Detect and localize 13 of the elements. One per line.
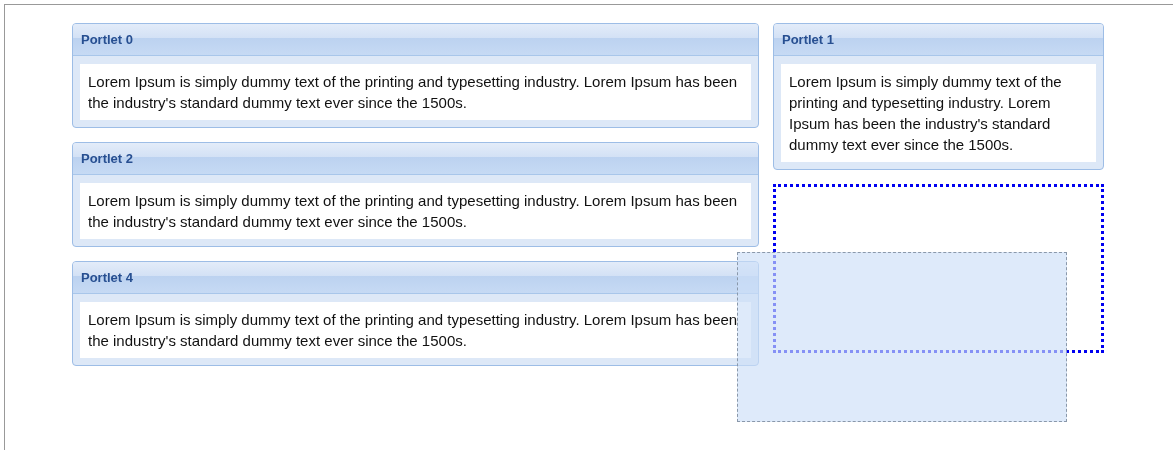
portlet-header[interactable]: Portlet 0 bbox=[73, 24, 758, 56]
portlet-text: Lorem Ipsum is simply dummy text of the printing and typesetting industry. Lorem Ipsum has been the industry's standard dummy text ever since the 1500s. bbox=[781, 64, 1096, 162]
portlet-text: Lorem Ipsum is simply dummy text of the printing and typesetting industry. Lorem Ipsum has been the industry's standard dummy text ever since the 1500s. bbox=[80, 64, 751, 120]
portlet-title: Portlet 0 bbox=[81, 32, 133, 47]
portlet-header[interactable]: Portlet 4 bbox=[73, 262, 758, 294]
portlet-title: Portlet 1 bbox=[782, 32, 834, 47]
drag-helper[interactable] bbox=[737, 252, 1067, 422]
portlet-title: Portlet 4 bbox=[81, 270, 133, 285]
portlet-header[interactable]: Portlet 2 bbox=[73, 143, 758, 175]
portlet-text: Lorem Ipsum is simply dummy text of the printing and typesetting industry. Lorem Ipsum has been the industry's standard dummy text ever since the 1500s. bbox=[80, 183, 751, 239]
portlet-header[interactable]: Portlet 1 bbox=[774, 24, 1103, 56]
portlet-text: Lorem Ipsum is simply dummy text of the printing and typesetting industry. Lorem Ipsum has been the industry's standard dummy text ever since the 1500s. bbox=[80, 302, 751, 358]
portlet-title: Portlet 2 bbox=[81, 151, 133, 166]
